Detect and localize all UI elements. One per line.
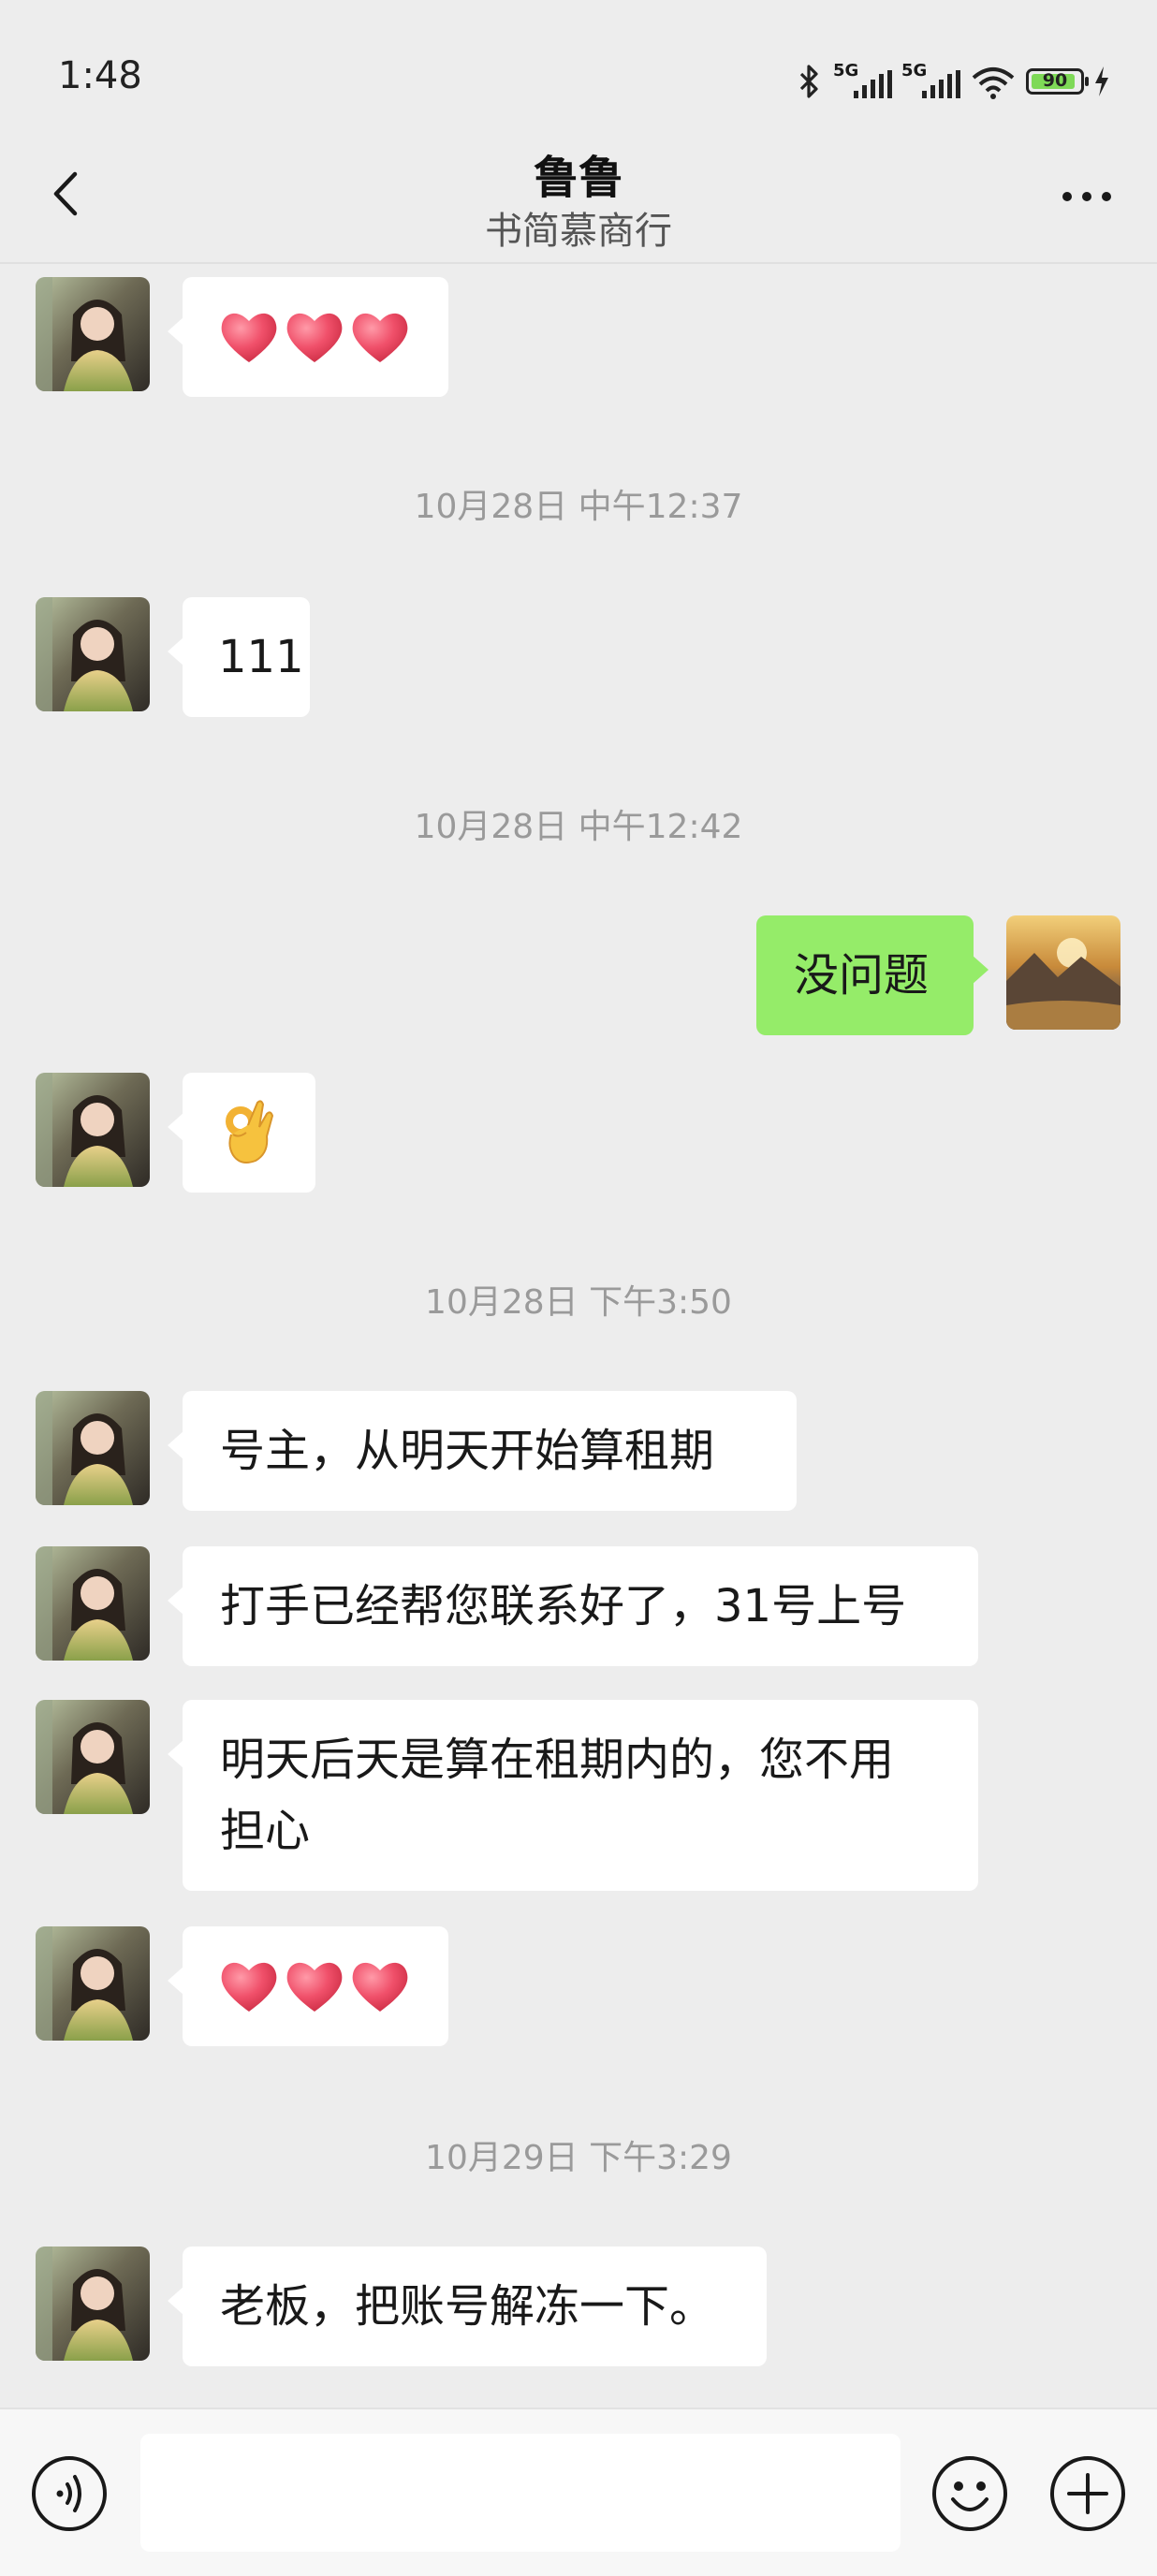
chat-subtitle: 书简慕商行 [485,210,672,253]
message-bubble-incoming[interactable]: 打手已经帮您联系好了，31号上号 [168,1546,978,1666]
contact-avatar[interactable] [36,277,150,391]
ok-hand-icon [226,1100,274,1164]
plus-button[interactable] [1048,2454,1127,2533]
message-bubble-incoming[interactable] [168,277,448,397]
battery-icon: 90 [1026,68,1089,95]
message-bubble-incoming[interactable]: 明天后天是算在租期内的，您不用 担心 [168,1700,978,1891]
message-text: 号主，从明天开始算租期 [220,1425,715,1477]
message-bubble-incoming[interactable] [168,1926,448,2046]
message-text: 打手已经帮您联系好了，31号上号 [220,1580,907,1632]
plus-icon [1050,2456,1125,2531]
message-text: 没问题 [794,949,930,1002]
chat-header: 鲁鲁 书简慕商行 [0,140,1157,262]
voice-icon [32,2456,107,2531]
message-text: 111 [218,631,304,683]
message-text: 老板，把账号解冻一下。 [220,2280,715,2333]
more-icon [1062,192,1111,201]
message-text: 明天后天是算在租期内的，您不用 担心 [220,1734,895,1857]
charging-icon [1095,66,1108,96]
heart-icon [221,1962,277,2012]
contact-avatar[interactable] [36,1546,150,1661]
message-input[interactable] [140,2434,901,2552]
heart-icon [352,1962,408,2012]
message-bubble-incoming[interactable]: 老板，把账号解冻一下。 [168,2247,767,2366]
bluetooth-icon [799,65,818,98]
hearts-emoji [218,1951,413,2022]
message-bubble-incoming[interactable]: 111 [168,597,310,717]
message-list[interactable]: 10月28日 中午12:37 111 10月28日 中午12:42 没问题 10… [0,264,1157,2408]
hearts-emoji [218,301,413,373]
status-bar: 1:48 5G 5G 90 [0,0,1157,150]
timestamp: 10月29日 下午3:29 [425,2139,732,2177]
message-bubble-outgoing[interactable]: 没问题 [756,915,989,1035]
heart-icon [286,1962,343,2012]
status-icons: 5G 5G 90 [796,58,1110,105]
chat-title: 鲁鲁 [533,152,623,204]
contact-avatar[interactable] [36,1073,150,1187]
signal-icon: 5G [833,61,892,98]
contact-avatar[interactable] [36,1700,150,1814]
heart-icon [286,313,343,362]
heart-icon [352,313,408,362]
message-bubble-incoming[interactable] [168,1073,315,1193]
timestamp: 10月28日 中午12:37 [414,488,743,526]
contact-avatar[interactable] [36,1926,150,2041]
voice-button[interactable] [30,2454,109,2533]
input-bar [0,2408,1157,2576]
contact-avatar[interactable] [36,1391,150,1505]
my-avatar[interactable] [1006,915,1120,1030]
timestamp: 10月28日 中午12:42 [414,808,743,846]
status-time: 1:48 [58,54,142,97]
contact-avatar[interactable] [36,2247,150,2361]
signal-icon: 5G [901,61,960,98]
wifi-icon [972,67,1015,99]
contact-avatar[interactable] [36,597,150,711]
timestamp: 10月28日 下午3:50 [425,1283,732,1322]
message-bubble-incoming[interactable]: 号主，从明天开始算租期 [168,1391,797,1511]
heart-icon [221,313,277,362]
more-button[interactable] [1054,168,1120,225]
emoji-button[interactable] [930,2454,1009,2533]
emoji-icon [932,2456,1007,2531]
